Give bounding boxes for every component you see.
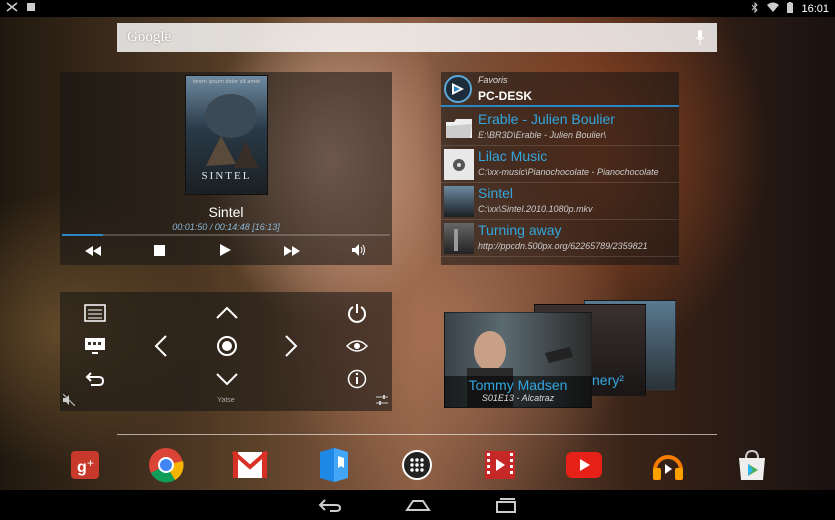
svg-text:g: g [77,459,87,476]
info-icon[interactable] [344,368,370,390]
media-progress-bar[interactable] [62,234,390,236]
power-icon[interactable] [344,302,370,324]
favorites-header: Favoris PC-DESK [441,72,679,107]
remote-app-label: Yatse [217,397,235,404]
home-button[interactable] [404,495,432,515]
tv-caption: Tommy Madsen S01E13 - Alcatraz [444,376,592,408]
favorite-path: C:\xx-music\Pianochocolate - Pianochocol… [478,167,659,177]
play-store-icon[interactable] [732,445,772,485]
remote-control-widget: Yatse [60,292,392,411]
favorite-path: http://ppcdn.500px.org/62265789/2359821 [478,241,648,251]
right-arrow-icon[interactable] [278,335,304,357]
play-books-icon[interactable] [314,445,354,485]
photo-thumb-icon [444,223,474,254]
poster-title: SINTEL [201,170,252,182]
next-icon[interactable] [277,244,307,260]
media-title: Sintel [208,204,244,220]
app-drawer-icon[interactable] [397,445,437,485]
chrome-icon[interactable] [146,445,186,485]
up-arrow-icon[interactable] [214,302,240,324]
dock: g + [60,445,800,485]
svg-text:+: + [87,456,94,470]
google-search-bar[interactable]: Google [117,23,717,52]
tv-overflow-text: nery² [592,372,624,388]
dock-divider [117,434,717,435]
eye-icon[interactable] [344,335,370,357]
clock: 16:01 [801,2,829,15]
favorite-name: Erable - Julien Boulier [478,111,615,127]
favorite-item[interactable]: Sintel C:\xx\Sintel.2010.1080p.mkv [441,183,679,220]
favorite-item[interactable]: Erable - Julien Boulier E:\BR3D\Erable -… [441,109,679,146]
gmail-icon[interactable] [230,445,270,485]
osd-icon[interactable] [82,335,108,357]
status-bar: 16:01 [0,0,835,17]
favorites-subtitle: Favoris [478,75,508,85]
media-player-widget: lorem ipsum dolor sit amet SINTEL Sintel… [60,72,392,265]
youtube-icon[interactable] [564,445,604,485]
favorite-item[interactable]: Turning away http://ppcdn.500px.org/6226… [441,220,679,257]
battery-icon [787,1,794,16]
movie-poster[interactable]: lorem ipsum dolor sit amet SINTEL [185,75,268,195]
microphone-icon[interactable] [693,29,707,47]
google-label: Google [127,29,172,45]
play-movies-icon[interactable] [480,445,520,485]
tv-show-name: Tommy Madsen [468,377,568,393]
stop-icon[interactable] [145,244,175,260]
favorites-widget: Favoris PC-DESK Erable - Julien Boulier … [441,72,679,265]
progress-fill [62,234,103,236]
back-button[interactable] [316,495,344,515]
bluetooth-icon [751,1,759,16]
tv-episode: S01E13 - Alcatraz [481,393,555,403]
select-icon[interactable] [214,335,240,357]
movie-thumb-icon [444,186,474,217]
favorite-name: Sintel [478,185,514,201]
volume-icon[interactable] [344,244,374,260]
music-thumb-icon [444,149,474,180]
favorite-name: Lilac Music [478,148,548,164]
favorite-path: C:\xx\Sintel.2010.1080p.mkv [478,204,593,214]
previous-icon[interactable] [78,244,108,260]
favorite-path: E:\BR3D\Erable - Julien Boulier\ [478,130,607,140]
kodi-logo-icon[interactable] [444,75,472,103]
settings-sliders-icon[interactable] [373,392,391,408]
wifi-icon [767,2,780,15]
navigation-bar [0,490,835,520]
host-name: PC-DESK [478,89,533,103]
screenshot-icon [26,2,36,15]
favorite-item[interactable]: Lilac Music C:\xx-music\Pianochocolate -… [441,146,679,183]
favorite-name: Turning away [478,222,562,238]
play-music-icon[interactable] [648,445,688,485]
back-icon[interactable] [82,368,108,390]
left-arrow-icon[interactable] [148,335,174,357]
down-arrow-icon[interactable] [214,368,240,390]
play-icon[interactable] [211,244,241,260]
media-time: 00:01:50 / 00:14:48 [16:13] [172,222,280,232]
notification-icon [6,2,18,15]
list-icon[interactable] [82,302,108,324]
folder-icon [444,112,474,143]
recent-apps-button[interactable] [492,495,520,515]
google-plus-icon[interactable]: g + [65,445,105,485]
